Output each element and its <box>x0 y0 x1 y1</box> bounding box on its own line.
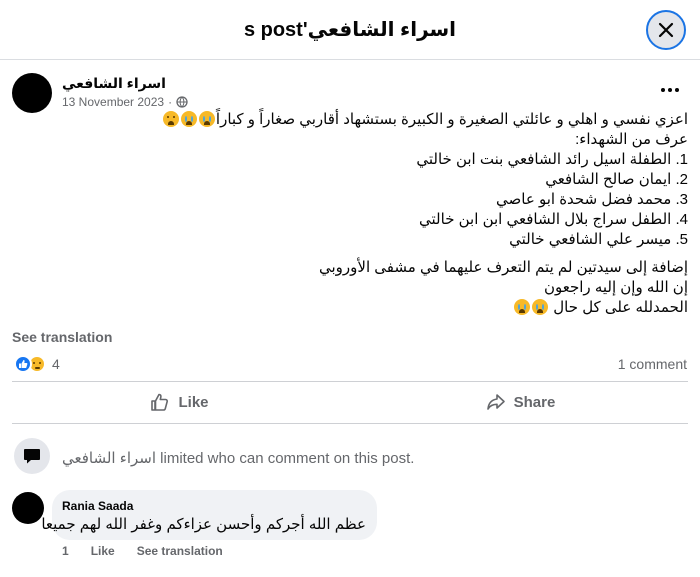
post-line: عرف من الشهداء: <box>575 131 688 148</box>
post-line: إن الله وإن إليه راجعون <box>543 279 688 296</box>
like-icon <box>14 355 32 373</box>
comment-see-translation[interactable]: See translation <box>137 544 223 558</box>
close-button[interactable] <box>646 10 686 50</box>
close-icon <box>658 22 674 38</box>
post-line: 1. الطفلة اسيل رائد الشافعي بنت ابن خالت… <box>416 151 688 168</box>
post-modal: s post'اسراء الشافعي اسراء الشافعي 13 No… <box>0 0 700 577</box>
post-line: 2. ايمان صالح الشافعي <box>545 171 688 188</box>
crying-emoji-icon <box>532 299 549 315</box>
modal-header: s post'اسراء الشافعي <box>0 0 700 60</box>
post-line: الحمدلله على كل حال <box>12 298 688 318</box>
sad-emoji-icon <box>162 111 179 127</box>
post-date[interactable]: 13 November 2023 <box>62 95 164 109</box>
dot-icon <box>668 88 672 92</box>
comment-actions: 1 Like See translation <box>62 544 223 558</box>
limited-comments-notice: اسراء الشافعي limited who can comment on… <box>62 450 415 467</box>
comment-count-link[interactable]: 1 comment <box>618 356 687 372</box>
post-line: 5. ميسر علي الشافعي خالتي <box>509 231 688 248</box>
comment-author[interactable]: Rania Saada <box>62 499 133 513</box>
share-icon <box>486 394 505 410</box>
like-label: Like <box>178 393 209 411</box>
thumbs-up-icon <box>151 393 169 411</box>
post-text: اعزي نفسي و اهلي و عائلتي الصغيرة و الكب… <box>12 110 688 318</box>
author-name[interactable]: اسراء الشافعي <box>62 75 166 92</box>
dot-icon <box>661 88 665 92</box>
post-line: اعزي نفسي و اهلي و عائلتي الصغيرة و الكب… <box>12 110 688 130</box>
crying-emoji-icon <box>198 111 215 127</box>
crying-emoji-icon <box>514 299 531 315</box>
comment-like-button[interactable]: Like <box>91 544 115 558</box>
reactions-summary[interactable]: 4 <box>14 355 60 373</box>
like-button[interactable]: Like <box>12 386 347 418</box>
share-label: Share <box>513 393 556 411</box>
meta-separator: · <box>168 95 173 109</box>
dot-icon <box>675 88 679 92</box>
globe-icon <box>176 96 188 108</box>
see-translation-link[interactable]: See translation <box>12 329 112 345</box>
share-button[interactable]: Share <box>353 386 688 418</box>
crying-emoji-icon <box>180 111 197 127</box>
post-meta: 13 November 2023 · <box>62 95 188 109</box>
more-options-button[interactable] <box>652 80 688 100</box>
comment-limited-icon <box>14 438 50 474</box>
post-line: 4. الطفل سراج بلال الشافعي ابن ابن خالتي <box>419 211 688 228</box>
post-line: 3. محمد فضل شحدة ابو عاصي <box>496 191 688 208</box>
modal-title: s post'اسراء الشافعي <box>243 19 457 41</box>
divider <box>12 381 688 382</box>
divider <box>12 423 688 424</box>
commenter-avatar[interactable] <box>12 492 44 524</box>
comment-time[interactable]: 1 <box>62 544 69 558</box>
reaction-count: 4 <box>52 356 60 372</box>
author-avatar[interactable] <box>12 73 52 113</box>
comment-text: عظم الله أجركم وأحسن عزاءكم وغفر الله له… <box>41 516 366 533</box>
post-line: إضافة إلى سيدتين لم يتم التعرف عليهما في… <box>319 259 688 276</box>
